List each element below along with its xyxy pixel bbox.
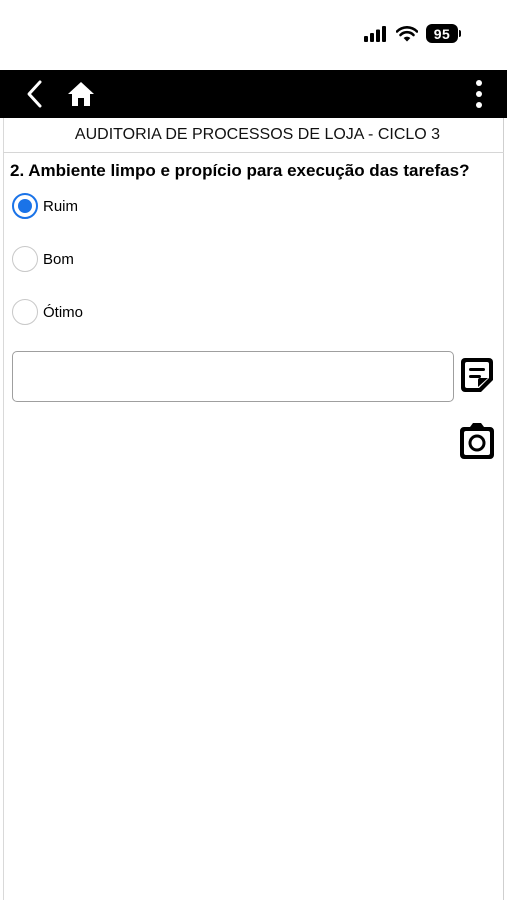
more-vertical-icon[interactable]: [469, 78, 489, 110]
page-title: AUDITORIA DE PROCESSOS DE LOJA - CICLO 3: [74, 126, 441, 143]
note-edit-icon[interactable]: [459, 356, 495, 394]
status-icons: 95: [364, 24, 461, 43]
app-bar: [0, 70, 507, 118]
back-arrow-icon[interactable]: [22, 79, 48, 109]
content-frame: [3, 118, 504, 900]
home-icon[interactable]: [66, 80, 96, 108]
option-label: Ótimo: [43, 303, 84, 321]
radio-otimo[interactable]: [12, 299, 38, 325]
option-ruim[interactable]: Ruim: [12, 193, 78, 219]
radio-ruim[interactable]: [12, 193, 38, 219]
option-label: Bom: [43, 250, 74, 268]
battery-level: 95: [426, 24, 458, 43]
wifi-icon: [396, 25, 418, 41]
title-divider: [3, 152, 504, 153]
status-bar: 95: [0, 0, 507, 70]
question-text: 2. Ambiente limpo e propício para execuç…: [10, 161, 470, 180]
option-label: Ruim: [43, 197, 79, 215]
battery-icon: 95: [426, 24, 461, 43]
camera-icon[interactable]: [458, 421, 496, 461]
battery-nub: [459, 30, 461, 37]
option-bom[interactable]: Bom: [12, 246, 74, 272]
comment-input[interactable]: [12, 351, 454, 402]
signal-icon: [364, 25, 386, 42]
option-otimo[interactable]: Ótimo: [12, 299, 83, 325]
radio-bom[interactable]: [12, 246, 38, 272]
